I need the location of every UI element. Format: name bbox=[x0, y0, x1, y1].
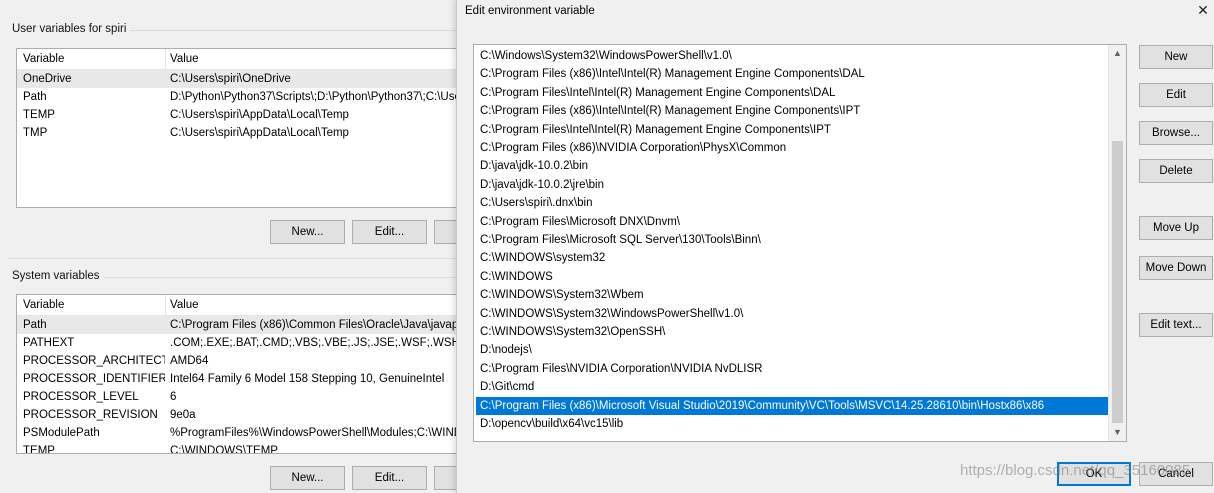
path-entry[interactable]: C:\Program Files (x86)\Intel\Intel(R) Ma… bbox=[476, 102, 1108, 120]
system-edit-button[interactable]: Edit... bbox=[352, 466, 427, 490]
edit-environment-variable-dialog: Edit environment variable ✕ C:\Windows\S… bbox=[456, 0, 1214, 493]
variable-name: PATHEXT bbox=[23, 337, 75, 349]
path-entry[interactable]: D:\java\jdk-10.0.2\jre\bin bbox=[476, 176, 1108, 194]
dialog-title: Edit environment variable bbox=[465, 5, 595, 17]
user-variable-row[interactable]: Path D:\Python\Python37\Scripts\;D:\Pyth… bbox=[17, 88, 471, 106]
path-entry[interactable]: D:\java\jdk-10.0.2\bin bbox=[476, 157, 1108, 175]
variable-name: Path bbox=[23, 319, 47, 331]
user-list-header: Variable Value bbox=[17, 49, 471, 70]
user-group-bottom-line bbox=[8, 258, 468, 259]
path-entry[interactable]: C:\WINDOWS\System32\Wbem bbox=[476, 286, 1108, 304]
variable-value: AMD64 bbox=[170, 355, 209, 367]
system-variables-label: System variables bbox=[12, 270, 100, 282]
move-up-button[interactable]: Move Up bbox=[1139, 216, 1213, 240]
variable-value: C:\Users\spiri\OneDrive bbox=[170, 73, 291, 85]
scrollbar-thumb[interactable] bbox=[1112, 141, 1123, 423]
variable-name: PROCESSOR_LEVEL bbox=[23, 391, 139, 403]
system-variable-row[interactable]: PROCESSOR_LEVEL 6 bbox=[17, 388, 471, 406]
variable-value: %ProgramFiles%\WindowsPowerShell\Modules… bbox=[170, 427, 472, 439]
variable-value: C:\WINDOWS\TEMP bbox=[170, 445, 278, 454]
variable-name: PROCESSOR_IDENTIFIER bbox=[23, 373, 165, 385]
path-entry[interactable]: C:\WINDOWS\System32\OpenSSH\ bbox=[476, 323, 1108, 341]
user-group-line bbox=[130, 30, 470, 31]
variable-name: PROCESSOR_ARCHITECTU... bbox=[23, 355, 165, 367]
variable-name: OneDrive bbox=[23, 73, 72, 85]
path-entry[interactable]: C:\Program Files\Intel\Intel(R) Manageme… bbox=[476, 84, 1108, 102]
variable-value: C:\Users\spiri\AppData\Local\Temp bbox=[170, 127, 349, 139]
variable-name: PROCESSOR_REVISION bbox=[23, 409, 158, 421]
edit-button[interactable]: Edit bbox=[1139, 83, 1213, 107]
system-variable-row[interactable]: TEMP C:\WINDOWS\TEMP bbox=[17, 442, 471, 454]
vertical-scrollbar[interactable]: ▲ ▼ bbox=[1108, 45, 1126, 441]
path-entry[interactable]: D:\opencv\build\x64\vc15\lib bbox=[476, 415, 1108, 433]
user-variables-list[interactable]: Variable Value OneDrive C:\Users\spiri\O… bbox=[16, 48, 472, 208]
user-edit-button[interactable]: Edit... bbox=[352, 220, 427, 244]
scroll-up-icon[interactable]: ▲ bbox=[1109, 45, 1126, 62]
user-new-button[interactable]: New... bbox=[270, 220, 345, 244]
system-group-line bbox=[104, 277, 470, 278]
variable-value: 9e0a bbox=[170, 409, 196, 421]
move-down-button[interactable]: Move Down bbox=[1139, 256, 1213, 280]
browse-button[interactable]: Browse... bbox=[1139, 121, 1213, 145]
user-variable-row[interactable]: TEMP C:\Users\spiri\AppData\Local\Temp bbox=[17, 106, 471, 124]
watermark: https://blog.csdn.net/qq_35160085 bbox=[960, 462, 1191, 479]
edit-text-button[interactable]: Edit text... bbox=[1139, 313, 1213, 337]
variable-value: C:\Program Files (x86)\Common Files\Orac… bbox=[170, 319, 472, 331]
column-header-variable[interactable]: Variable bbox=[23, 49, 165, 69]
system-list-header: Variable Value bbox=[17, 295, 471, 316]
path-entry[interactable]: C:\Program Files (x86)\NVIDIA Corporatio… bbox=[476, 139, 1108, 157]
variable-name: TEMP bbox=[23, 109, 55, 121]
system-variable-row[interactable]: Path C:\Program Files (x86)\Common Files… bbox=[17, 316, 471, 334]
path-entry[interactable]: D:\Git\cmd bbox=[476, 378, 1108, 396]
system-variables-list[interactable]: Variable Value Path C:\Program Files (x8… bbox=[16, 294, 472, 454]
variable-name: TMP bbox=[23, 127, 48, 139]
column-header-variable[interactable]: Variable bbox=[23, 295, 165, 315]
path-entries-list[interactable]: C:\Windows\System32\WindowsPowerShell\v1… bbox=[473, 44, 1127, 442]
variable-value: .COM;.EXE;.BAT;.CMD;.VBS;.VBE;.JS;.JSE;.… bbox=[170, 337, 472, 349]
path-entry[interactable]: C:\Program Files\Intel\Intel(R) Manageme… bbox=[476, 121, 1108, 139]
path-entry[interactable]: C:\Program Files (x86)\Microsoft Visual … bbox=[476, 396, 1108, 415]
variable-name: PSModulePath bbox=[23, 427, 100, 439]
system-variable-row[interactable]: PROCESSOR_ARCHITECTU... AMD64 bbox=[17, 352, 471, 370]
path-entry[interactable]: C:\WINDOWS\System32\WindowsPowerShell\v1… bbox=[476, 305, 1108, 323]
path-entry[interactable]: C:\Program Files\Microsoft SQL Server\13… bbox=[476, 231, 1108, 249]
column-separator[interactable] bbox=[165, 295, 166, 315]
variable-name: Path bbox=[23, 91, 47, 103]
path-entry[interactable]: C:\Program Files\NVIDIA Corporation\NVID… bbox=[476, 360, 1108, 378]
path-entry[interactable]: C:\WINDOWS\system32 bbox=[476, 249, 1108, 267]
path-entry[interactable]: C:\Windows\System32\WindowsPowerShell\v1… bbox=[476, 47, 1108, 65]
system-variable-row[interactable]: PATHEXT .COM;.EXE;.BAT;.CMD;.VBS;.VBE;.J… bbox=[17, 334, 471, 352]
variable-value: Intel64 Family 6 Model 158 Stepping 10, … bbox=[170, 373, 445, 385]
user-variable-row[interactable]: OneDrive C:\Users\spiri\OneDrive bbox=[17, 70, 471, 88]
column-header-value[interactable]: Value bbox=[170, 295, 471, 315]
path-entry[interactable]: D:\nodejs\ bbox=[476, 341, 1108, 359]
system-variable-row[interactable]: PROCESSOR_REVISION 9e0a bbox=[17, 406, 471, 424]
variable-value: 6 bbox=[170, 391, 177, 403]
system-new-button[interactable]: New... bbox=[270, 466, 345, 490]
delete-button[interactable]: Delete bbox=[1139, 159, 1213, 183]
environment-variables-window: User variables for spiri Variable Value … bbox=[0, 0, 474, 493]
user-variables-label: User variables for spiri bbox=[12, 23, 127, 35]
system-variable-row[interactable]: PSModulePath %ProgramFiles%\WindowsPower… bbox=[17, 424, 471, 442]
scroll-down-icon[interactable]: ▼ bbox=[1109, 424, 1126, 441]
user-variable-row[interactable]: TMP C:\Users\spiri\AppData\Local\Temp bbox=[17, 124, 471, 142]
path-entry[interactable]: C:\Program Files\Microsoft DNX\Dnvm\ bbox=[476, 213, 1108, 231]
close-icon[interactable]: ✕ bbox=[1195, 2, 1211, 18]
path-entry[interactable]: C:\Program Files (x86)\Intel\Intel(R) Ma… bbox=[476, 65, 1108, 83]
variable-name: TEMP bbox=[23, 445, 55, 454]
system-variable-row[interactable]: PROCESSOR_IDENTIFIER Intel64 Family 6 Mo… bbox=[17, 370, 471, 388]
new-button[interactable]: New bbox=[1139, 45, 1213, 69]
path-entry[interactable]: C:\WINDOWS bbox=[476, 268, 1108, 286]
column-separator[interactable] bbox=[165, 49, 166, 69]
path-entry[interactable]: C:\Users\spiri\.dnx\bin bbox=[476, 194, 1108, 212]
variable-value: D:\Python\Python37\Scripts\;D:\Python\Py… bbox=[170, 91, 472, 103]
variable-value: C:\Users\spiri\AppData\Local\Temp bbox=[170, 109, 349, 121]
column-header-value[interactable]: Value bbox=[170, 49, 471, 69]
